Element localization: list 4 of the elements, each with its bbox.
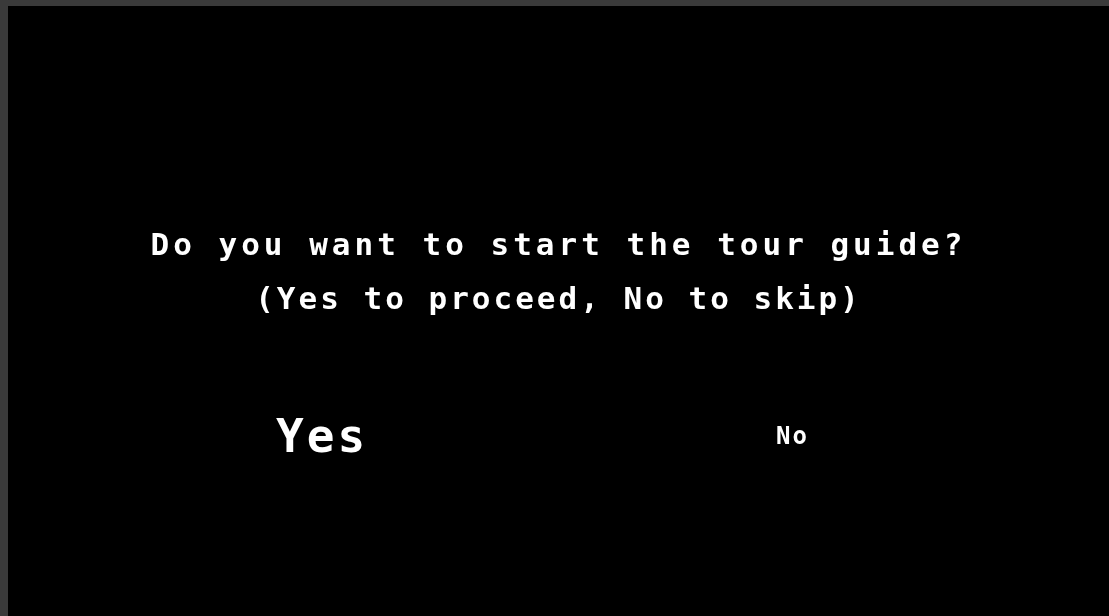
hint-text: (Yes to proceed, No to skip) <box>255 279 862 318</box>
question-text: Do you want to start the tour guide? <box>150 225 967 264</box>
option-button[interactable]: Yes <box>276 408 369 464</box>
option-button[interactable]: No <box>776 421 809 451</box>
